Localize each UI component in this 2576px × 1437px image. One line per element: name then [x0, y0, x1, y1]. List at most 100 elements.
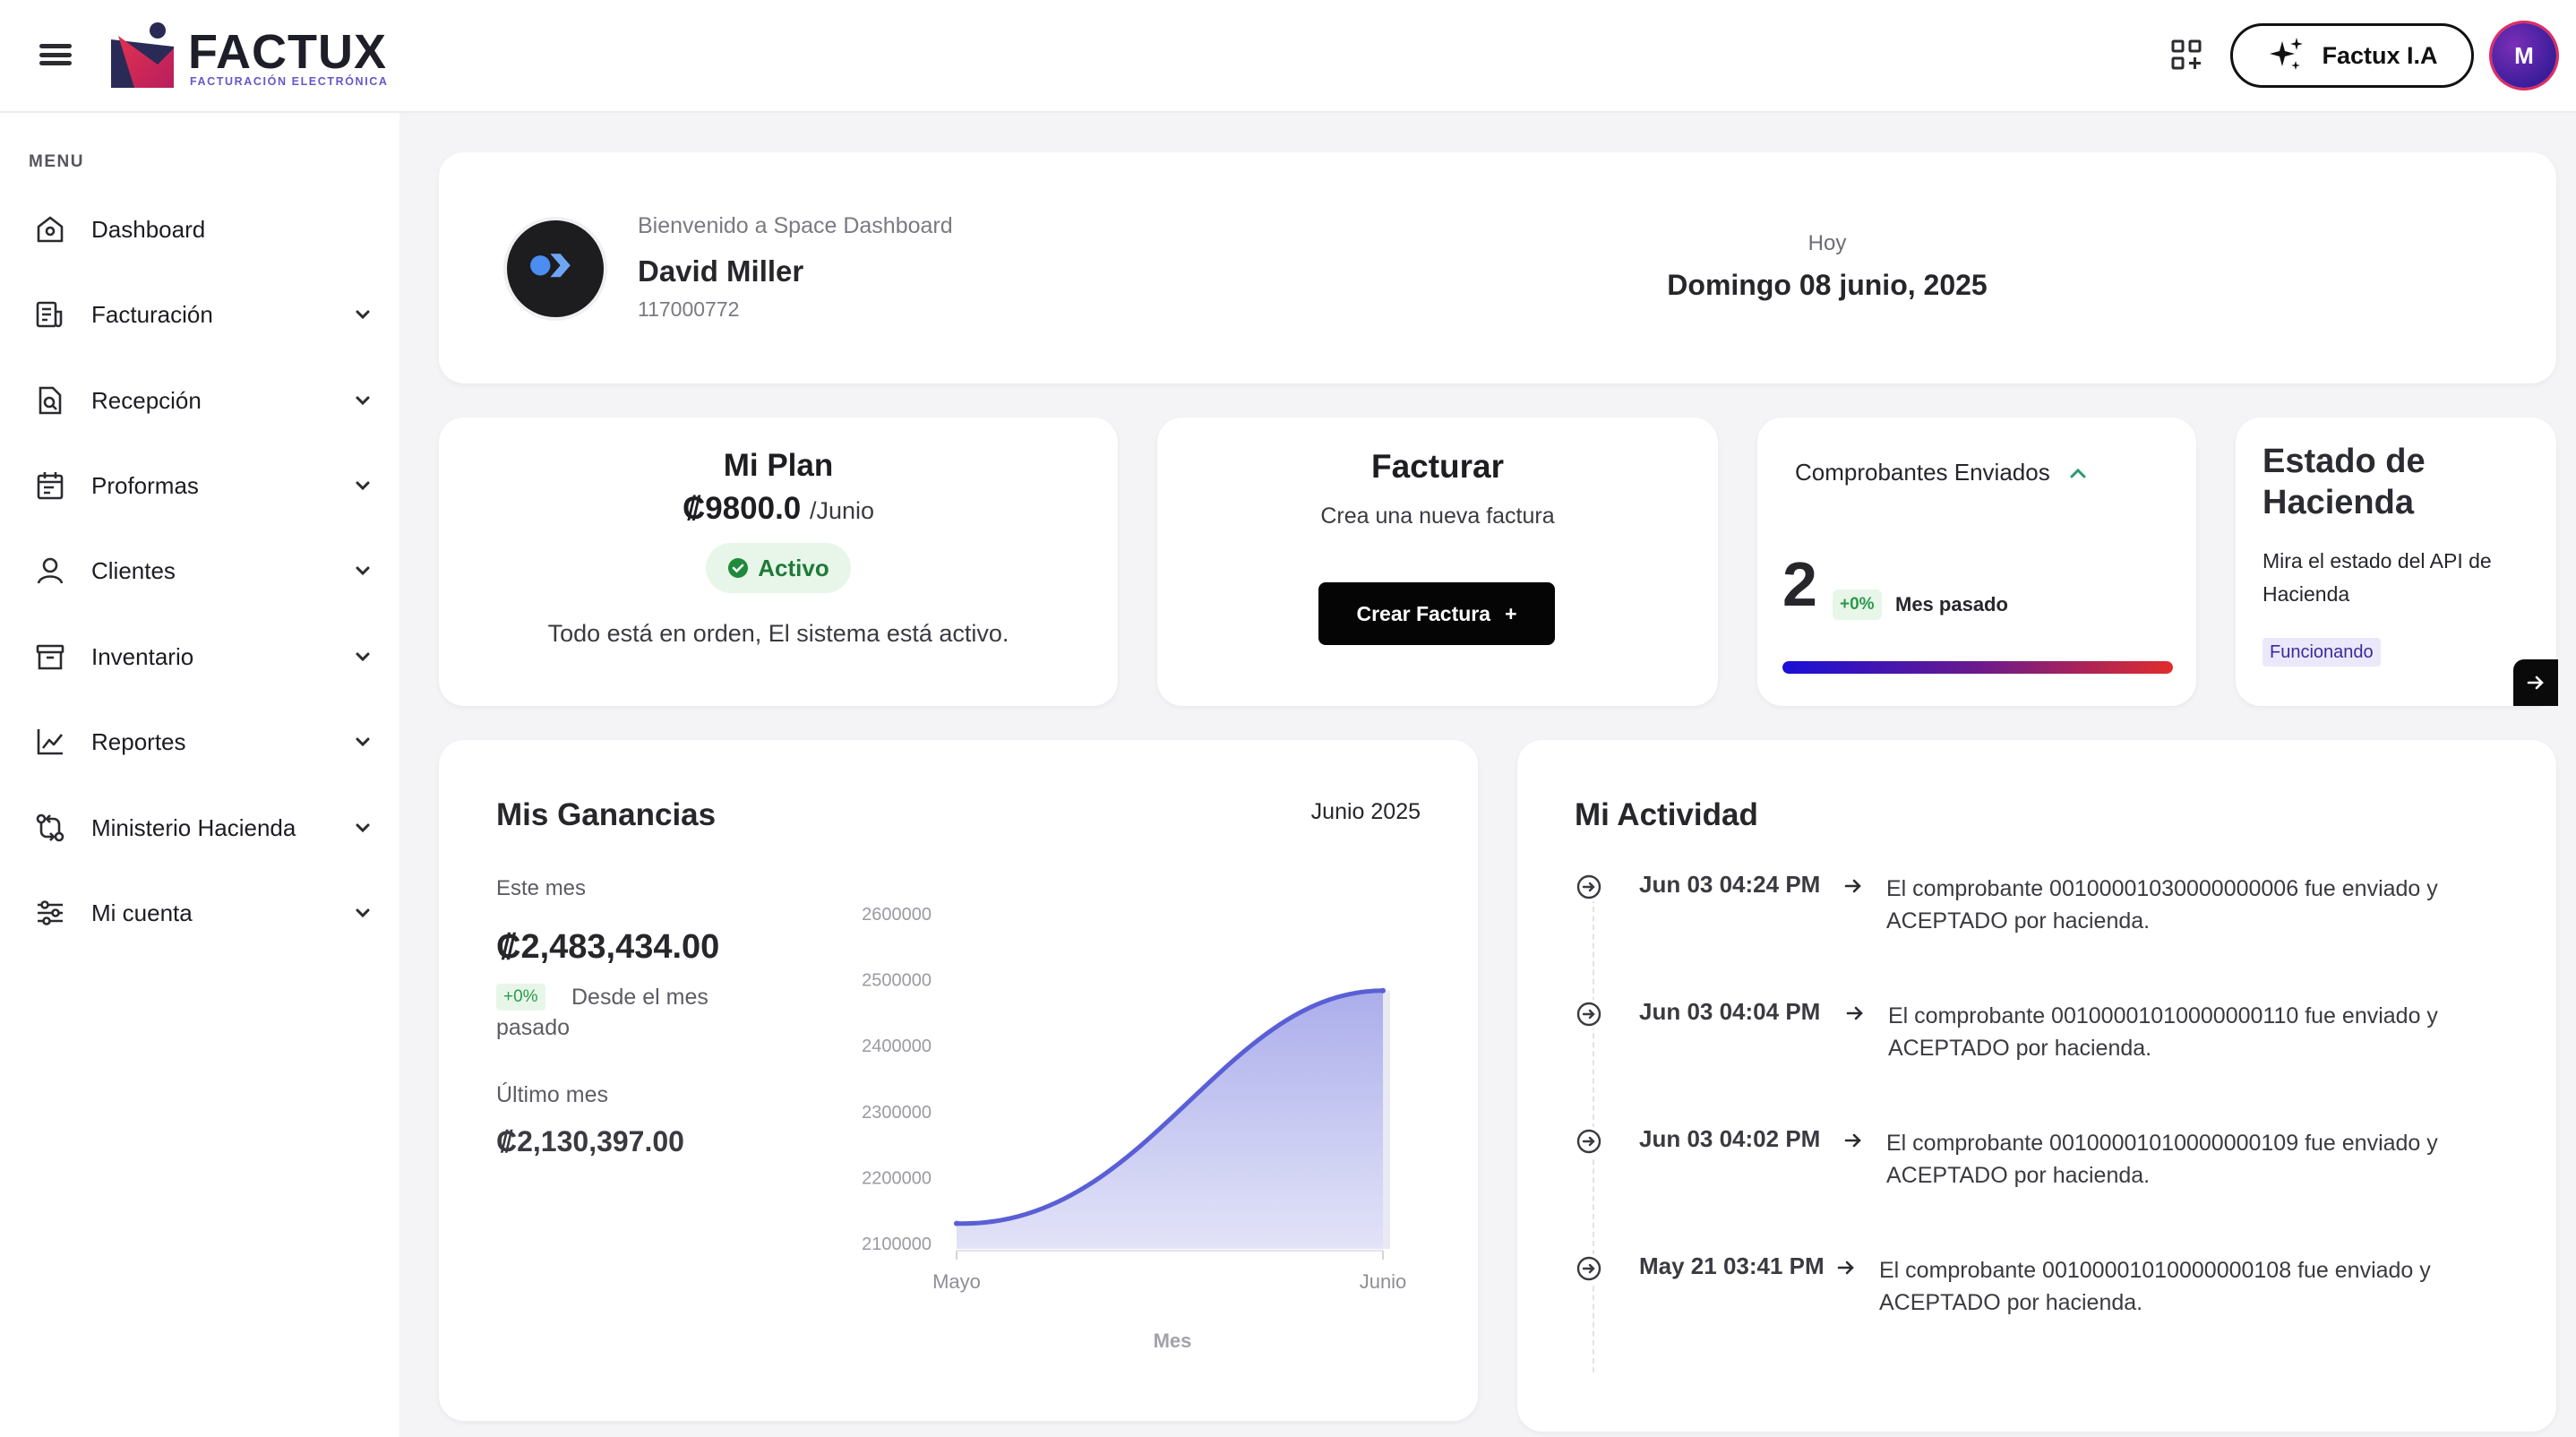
chevron-down-icon	[356, 737, 370, 747]
activity-item: Jun 03 04:02 PM El comprobante 001000010…	[1575, 1125, 2524, 1224]
comprobantes-progress-bar	[1782, 661, 2173, 674]
sidebar-item-label: Facturación	[91, 300, 213, 328]
plan-title: Mi Plan	[723, 448, 834, 483]
y-tick-label: 2200000	[862, 1168, 932, 1188]
comprobantes-card: Comprobantes Enviados 2 +0% Mes pasado	[1757, 417, 2196, 706]
ganancias-card: Mis Ganancias Junio 2025 Este mes ₡2,483…	[439, 740, 1478, 1421]
arrow-right-icon	[1844, 1133, 1861, 1148]
sidebar-item-label: Reportes	[91, 727, 186, 755]
chevron-down-icon	[356, 652, 370, 662]
top-header: FACTUX FACTURACIÓN ELECTRÓNICA Factux I.…	[0, 0, 2576, 113]
activity-text: El comprobante 00100001010000000109 fue …	[1886, 1131, 2438, 1188]
ganancias-period: Junio 2025	[1310, 799, 1421, 824]
y-tick-label: 2500000	[862, 971, 932, 991]
this-month-label: Este mes	[496, 876, 587, 900]
sidebar-item-ministerio-hacienda[interactable]: Ministerio Hacienda	[29, 801, 370, 855]
sidebar-item-inventario[interactable]: Inventario	[29, 630, 370, 684]
last-month-label: Último mes	[496, 1082, 609, 1107]
user-id-number: 117000772	[638, 297, 740, 321]
check-circle-icon	[728, 558, 749, 578]
sidebar-item-proformas[interactable]: Proformas	[29, 459, 370, 512]
activity-time: Jun 03 04:04 PM	[1639, 998, 1821, 1025]
activity-text: El comprobante 00100001010000000110 fue …	[1888, 1003, 2438, 1061]
brand-logo[interactable]: FACTUX FACTURACIÓN ELECTRÓNICA	[107, 22, 387, 93]
earnings-area-chart: 2600000 2500000 2400000 2300000 2200000 21000…	[862, 905, 1406, 1352]
actividad-title: Mi Actividad	[1575, 797, 1758, 832]
facturar-card: Facturar Crea una nueva factura Crear Fa…	[1157, 417, 1718, 706]
menu-heading: MENU	[29, 152, 84, 171]
arrow-circle-icon	[1575, 1254, 1603, 1283]
git-compare-icon	[36, 813, 64, 842]
chevron-down-icon	[356, 396, 370, 406]
plan-price-value: ₡9800.0	[682, 491, 802, 526]
arrow-circle-icon	[1575, 1000, 1603, 1028]
activity-time: May 21 03:41 PM	[1639, 1252, 1825, 1279]
sidebar-item-label: Proformas	[91, 471, 199, 499]
y-tick-label: 2400000	[862, 1037, 932, 1056]
menu-toggle-icon[interactable]	[39, 39, 72, 70]
plan-message: Todo está en orden, El sistema está acti…	[547, 620, 1009, 647]
area-edge	[1383, 990, 1390, 1249]
sliders-icon	[38, 900, 63, 925]
comprobantes-count: 2	[1782, 549, 1817, 619]
estado-hacienda-card: Estado de Hacienda Mira el estado del AP…	[2236, 417, 2558, 706]
document-search-icon	[39, 386, 62, 415]
comprobantes-change-label: Mes pasado	[1895, 593, 2008, 615]
brand-tagline: FACTURACIÓN ELECTRÓNICA	[190, 75, 389, 88]
today-label: Hoy	[1807, 231, 1847, 255]
apps-grid-icon[interactable]	[2171, 39, 2202, 70]
y-tick-label: 2100000	[862, 1235, 932, 1254]
estado-open-button[interactable]	[2513, 659, 2558, 706]
sidebar-item-facturacion[interactable]: Facturación	[29, 288, 370, 341]
activity-item: May 21 03:41 PM El comprobante 001000010…	[1575, 1252, 2524, 1351]
arrow-circle-icon	[1575, 873, 1603, 901]
chevron-down-icon	[356, 310, 370, 320]
plan-period: /Junio	[810, 497, 875, 524]
sidebar-item-reportes[interactable]: Reportes	[29, 715, 370, 769]
crear-factura-button[interactable]: Crear Factura +	[1318, 582, 1555, 645]
welcome-card: Bienvenido a Space Dashboard David Mille…	[439, 152, 2556, 383]
arrow-right-icon	[1837, 1261, 1854, 1275]
last-month-value: ₡2,130,397.00	[496, 1125, 684, 1157]
ganancias-title: Mis Ganancias	[496, 797, 717, 832]
sidebar-item-dashboard[interactable]: Dashboard	[29, 202, 369, 256]
sidebar-item-clientes[interactable]: Clientes	[29, 544, 370, 598]
factux-ia-button[interactable]: Factux I.A	[2230, 23, 2474, 88]
sidebar-item-label: Dashboard	[91, 215, 206, 243]
user-avatar[interactable]: M	[2492, 23, 2556, 88]
facturar-title: Facturar	[1370, 448, 1505, 485]
data-point-mayo	[954, 1220, 959, 1226]
plan-card: Mi Plan ₡9800.0 /Junio Activo Todo está …	[439, 417, 1118, 706]
sidebar: MENU Dashboard Facturación Recepción Pro…	[0, 113, 399, 1437]
sidebar-item-label: Ministerio Hacienda	[91, 813, 296, 841]
arrow-right-icon	[2527, 675, 2544, 690]
x-axis-label: Mes	[1154, 1329, 1192, 1352]
activity-time: Jun 03 04:24 PM	[1639, 871, 1821, 898]
actividad-card: Mi Actividad Jun 03 04:24 PM El comproba…	[1517, 740, 2556, 1432]
comprobantes-change-badge: +0%	[1833, 589, 1882, 620]
sidebar-item-label: Inventario	[91, 642, 194, 670]
welcome-subtitle: Bienvenido a Space Dashboard	[638, 213, 953, 238]
sidebar-item-recepcion[interactable]: Recepción	[29, 374, 370, 427]
comprobantes-title-label: Comprobantes Enviados	[1795, 459, 2050, 486]
estado-subtitle: Mira el estado del API de Hacienda	[2263, 549, 2492, 606]
plan-status-badge: Activo	[706, 543, 851, 593]
ai-button-label: Factux I.A	[2322, 41, 2438, 69]
activity-item: Jun 03 04:04 PM El comprobante 001000010…	[1575, 998, 2524, 1097]
sidebar-item-label: Mi cuenta	[91, 899, 193, 926]
y-tick-label: 2300000	[862, 1103, 932, 1123]
sidebar-item-mi-cuenta[interactable]: Mi cuenta	[29, 886, 370, 940]
arrow-right-icon	[1844, 879, 1861, 893]
facturar-subtitle: Crea una nueva factura	[1320, 503, 1555, 529]
chevron-down-icon	[356, 823, 370, 833]
plan-status-label: Activo	[758, 554, 829, 581]
activity-text: El comprobante 00100001030000000006 fue …	[1886, 876, 2438, 934]
crear-factura-label: Crear Factura	[1356, 601, 1491, 625]
arrow-right-icon	[1846, 1006, 1863, 1020]
chevron-up-icon[interactable]	[2068, 463, 2088, 483]
chevron-down-icon	[356, 908, 370, 918]
this-month-value: ₡2,483,434.00	[496, 928, 720, 966]
company-logo-icon	[530, 254, 571, 278]
estado-status-badge: Funcionando	[2263, 638, 2381, 667]
activity-item: Jun 03 04:24 PM El comprobante 001000010…	[1575, 871, 2524, 969]
